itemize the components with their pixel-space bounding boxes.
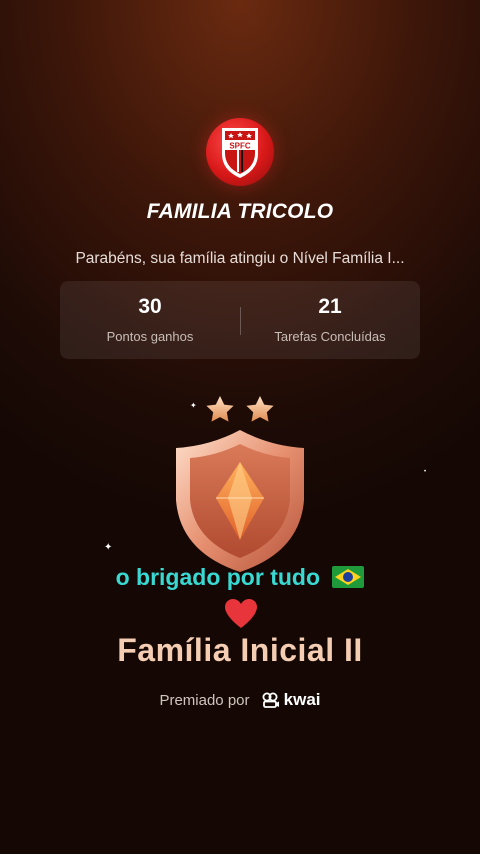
level-badge bbox=[176, 396, 304, 572]
awarded-by: Premiado por kwai bbox=[0, 690, 480, 710]
club-logo-text: SPFC bbox=[229, 142, 251, 151]
awarded-prefix: Premiado por bbox=[159, 692, 250, 709]
points-label: Pontos ganhos bbox=[106, 329, 194, 344]
brazil-flag-icon bbox=[332, 566, 365, 588]
heart-icon bbox=[225, 599, 257, 628]
user-caption: o brigado por tudo bbox=[0, 564, 480, 591]
points-stat: 30 Pontos ganhos bbox=[60, 281, 240, 359]
points-value: 30 bbox=[138, 295, 162, 318]
star-icon bbox=[246, 396, 274, 422]
sparkle-icon: • bbox=[424, 469, 427, 475]
stats-card: 30 Pontos ganhos 21 Tarefas Concluídas bbox=[60, 281, 420, 359]
club-logo-icon: SPFC bbox=[206, 118, 274, 186]
shield-badge-icon bbox=[176, 430, 304, 572]
family-name: FAMILIA TRICOLO bbox=[146, 200, 334, 223]
user-caption-text: o brigado por tudo bbox=[115, 564, 320, 590]
sparkle-icon: ✦ bbox=[104, 542, 113, 553]
tasks-value: 21 bbox=[318, 295, 342, 318]
tasks-stat: 21 Tarefas Concluídas bbox=[240, 281, 420, 359]
tasks-label: Tarefas Concluídas bbox=[274, 329, 386, 344]
awarded-brand: kwai bbox=[283, 690, 321, 709]
star-icon bbox=[206, 396, 234, 422]
congrats-message: Parabéns, sua família atingiu o Nível Fa… bbox=[75, 250, 405, 267]
kwai-logo-icon bbox=[262, 692, 279, 708]
level-title: Família Inicial II bbox=[117, 632, 363, 668]
